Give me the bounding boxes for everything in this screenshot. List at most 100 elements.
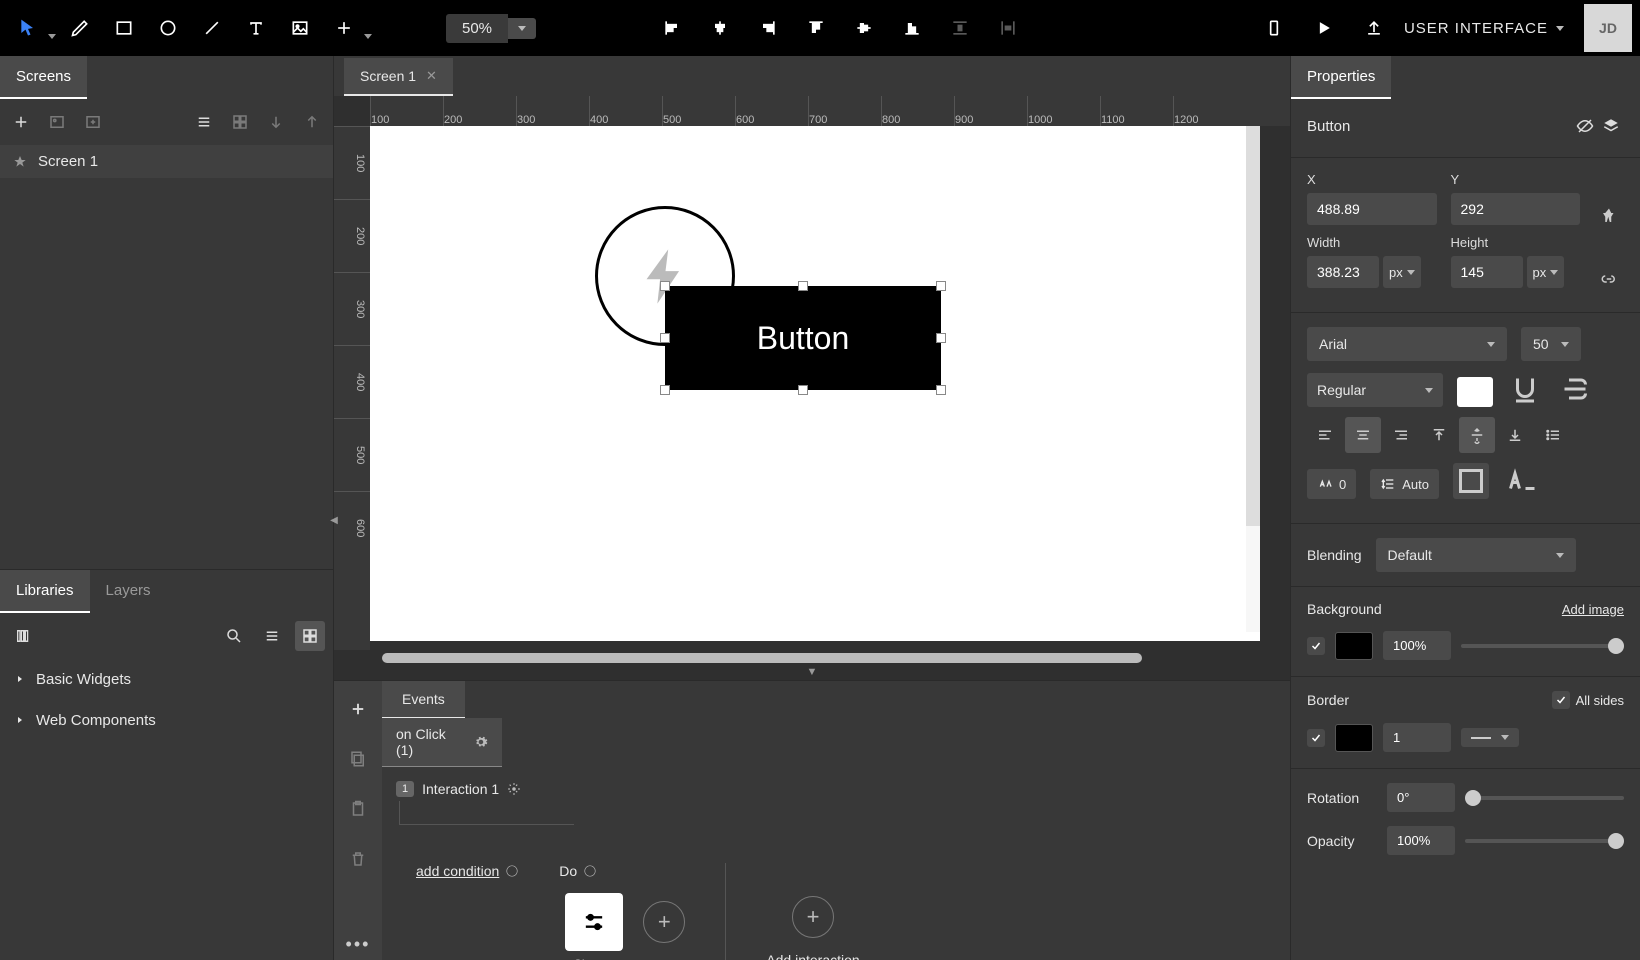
interaction-header[interactable]: 1 Interaction 1 <box>396 777 1276 801</box>
ellipse-tool[interactable] <box>148 8 188 48</box>
height-unit-select[interactable]: px <box>1527 256 1565 288</box>
border-enabled-checkbox[interactable] <box>1307 729 1325 747</box>
zoom-dropdown[interactable] <box>508 18 536 39</box>
sort-up-icon[interactable] <box>297 107 327 137</box>
rotation-input[interactable] <box>1387 783 1455 812</box>
add-interaction-button[interactable]: + <box>792 896 834 938</box>
align-middle-v-icon[interactable] <box>842 8 886 48</box>
more-events-icon[interactable]: ••• <box>342 928 374 960</box>
border-style-select[interactable] <box>1461 728 1519 747</box>
canvas-horizontal-scrollbar[interactable] <box>334 650 1290 666</box>
lib-grid-view-icon[interactable] <box>295 621 325 651</box>
libraries-tab[interactable]: Libraries <box>0 570 90 613</box>
select-tool[interactable] <box>8 8 48 48</box>
list-view-icon[interactable] <box>189 107 219 137</box>
device-preview-icon[interactable] <box>1254 8 1294 48</box>
list-icon[interactable] <box>1535 417 1571 453</box>
underline-icon[interactable] <box>1507 371 1543 407</box>
rotation-slider[interactable] <box>1465 796 1624 800</box>
resize-handle[interactable] <box>660 333 670 343</box>
canvas-area[interactable]: Button <box>370 126 1290 650</box>
width-unit-select[interactable]: px <box>1383 256 1421 288</box>
rectangle-tool[interactable] <box>104 8 144 48</box>
image-tool[interactable] <box>280 8 320 48</box>
strikethrough-icon[interactable] <box>1557 371 1593 407</box>
align-left-icon[interactable] <box>650 8 694 48</box>
font-family-select[interactable]: Arial <box>1307 327 1507 361</box>
y-input[interactable] <box>1451 193 1581 225</box>
screens-tab[interactable]: Screens <box>0 56 87 99</box>
resize-handle[interactable] <box>660 385 670 395</box>
text-align-left-icon[interactable] <box>1307 417 1343 453</box>
x-input[interactable] <box>1307 193 1437 225</box>
pin-position-icon[interactable] <box>1594 207 1624 225</box>
visibility-icon[interactable] <box>1572 111 1598 141</box>
lib-list-view-icon[interactable] <box>257 621 287 651</box>
gear-icon[interactable] <box>474 735 488 749</box>
close-tab-icon[interactable]: ✕ <box>426 68 437 84</box>
collapse-events-arrow[interactable]: ▼ <box>334 666 1290 680</box>
text-align-top-icon[interactable] <box>1421 417 1457 453</box>
line-height-input[interactable]: Auto <box>1370 469 1439 499</box>
border-width-input[interactable] <box>1383 723 1451 752</box>
all-sides-checkbox[interactable] <box>1552 691 1570 709</box>
event-trigger[interactable]: on Click (1) <box>382 718 502 767</box>
play-icon[interactable] <box>1304 8 1344 48</box>
properties-tab[interactable]: Properties <box>1291 56 1391 99</box>
opacity-slider[interactable] <box>1465 839 1624 843</box>
copy-event-icon[interactable] <box>342 743 374 775</box>
library-manager-icon[interactable] <box>8 621 38 651</box>
collapse-left-panel[interactable]: ◀ <box>328 508 340 532</box>
line-tool[interactable] <box>192 8 232 48</box>
events-tab[interactable]: Events <box>382 681 465 718</box>
font-weight-select[interactable]: Regular <box>1307 373 1443 407</box>
change-style-action[interactable] <box>565 893 623 951</box>
paste-event-icon[interactable] <box>342 793 374 825</box>
align-right-icon[interactable] <box>746 8 790 48</box>
resize-handle[interactable] <box>798 385 808 395</box>
select-tool-dropdown[interactable] <box>48 34 56 39</box>
gear-icon[interactable] <box>505 864 519 878</box>
width-input[interactable] <box>1307 256 1379 288</box>
add-image-link[interactable]: Add image <box>1562 602 1624 617</box>
add-action-button[interactable]: + <box>643 901 685 943</box>
resize-handle[interactable] <box>936 281 946 291</box>
align-center-h-icon[interactable] <box>698 8 742 48</box>
zoom-level[interactable]: 50% <box>446 14 508 43</box>
artboard[interactable]: Button <box>370 126 1260 641</box>
align-top-icon[interactable] <box>794 8 838 48</box>
add-tool-dropdown[interactable] <box>364 34 372 39</box>
text-tool[interactable] <box>236 8 276 48</box>
link-dimensions-icon[interactable] <box>1594 270 1624 288</box>
background-color-chip[interactable] <box>1335 632 1373 660</box>
add-event-icon[interactable] <box>342 693 374 725</box>
add-image-screen-icon[interactable] <box>42 107 72 137</box>
border-color-chip[interactable] <box>1335 724 1373 752</box>
user-avatar[interactable]: JD <box>1584 4 1632 52</box>
grid-view-icon[interactable] <box>225 107 255 137</box>
add-tool[interactable] <box>324 8 364 48</box>
canvas-button-widget[interactable]: Button <box>665 286 941 390</box>
font-size-select[interactable]: 50 <box>1521 327 1581 361</box>
align-bottom-icon[interactable] <box>890 8 934 48</box>
background-opacity-input[interactable] <box>1383 631 1451 660</box>
layers-tab[interactable]: Layers <box>90 570 167 613</box>
blending-select[interactable]: Default <box>1376 538 1576 572</box>
add-condition-link[interactable]: add condition <box>416 863 499 879</box>
lib-group-web[interactable]: Web Components <box>0 700 333 741</box>
sort-down-icon[interactable] <box>261 107 291 137</box>
background-enabled-checkbox[interactable] <box>1307 637 1325 655</box>
gear-icon[interactable] <box>507 782 521 796</box>
project-menu[interactable]: USER INTERFACE <box>1404 20 1564 37</box>
text-color-swatch[interactable] <box>1457 377 1493 407</box>
text-align-middle-icon[interactable] <box>1459 417 1495 453</box>
text-align-right-icon[interactable] <box>1383 417 1419 453</box>
text-bounds-icon[interactable] <box>1453 463 1489 499</box>
resize-handle[interactable] <box>936 385 946 395</box>
letter-spacing-input[interactable]: 0 <box>1307 469 1356 499</box>
upload-icon[interactable] <box>1354 8 1394 48</box>
resize-handle[interactable] <box>660 281 670 291</box>
text-align-bottom-icon[interactable] <box>1497 417 1533 453</box>
text-transform-icon[interactable] <box>1503 463 1539 499</box>
opacity-input[interactable] <box>1387 826 1455 855</box>
